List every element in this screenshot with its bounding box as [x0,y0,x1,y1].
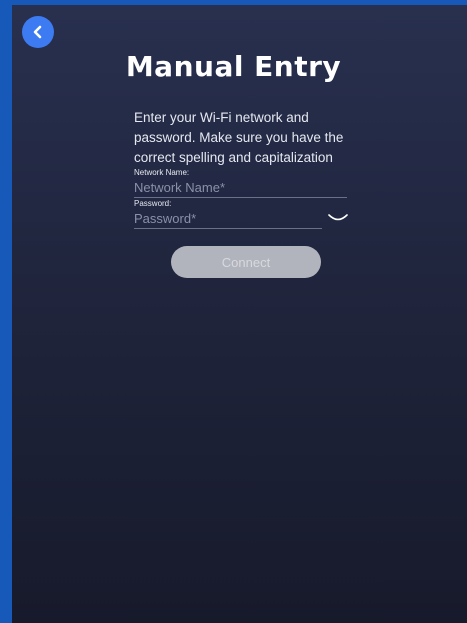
chevron-left-icon [31,25,45,39]
back-button[interactable] [22,16,54,48]
eye-closed-icon[interactable] [328,210,348,224]
password-input[interactable] [134,208,322,229]
connect-button[interactable]: Connect [171,246,321,278]
network-name-label: Network Name: [134,168,190,177]
network-name-input[interactable] [134,177,347,198]
app-screen [12,5,467,623]
instructions-text: Enter your Wi-Fi network and password. M… [134,110,344,165]
page-title: Manual Entry [125,50,342,83]
password-label: Password: [134,199,172,208]
